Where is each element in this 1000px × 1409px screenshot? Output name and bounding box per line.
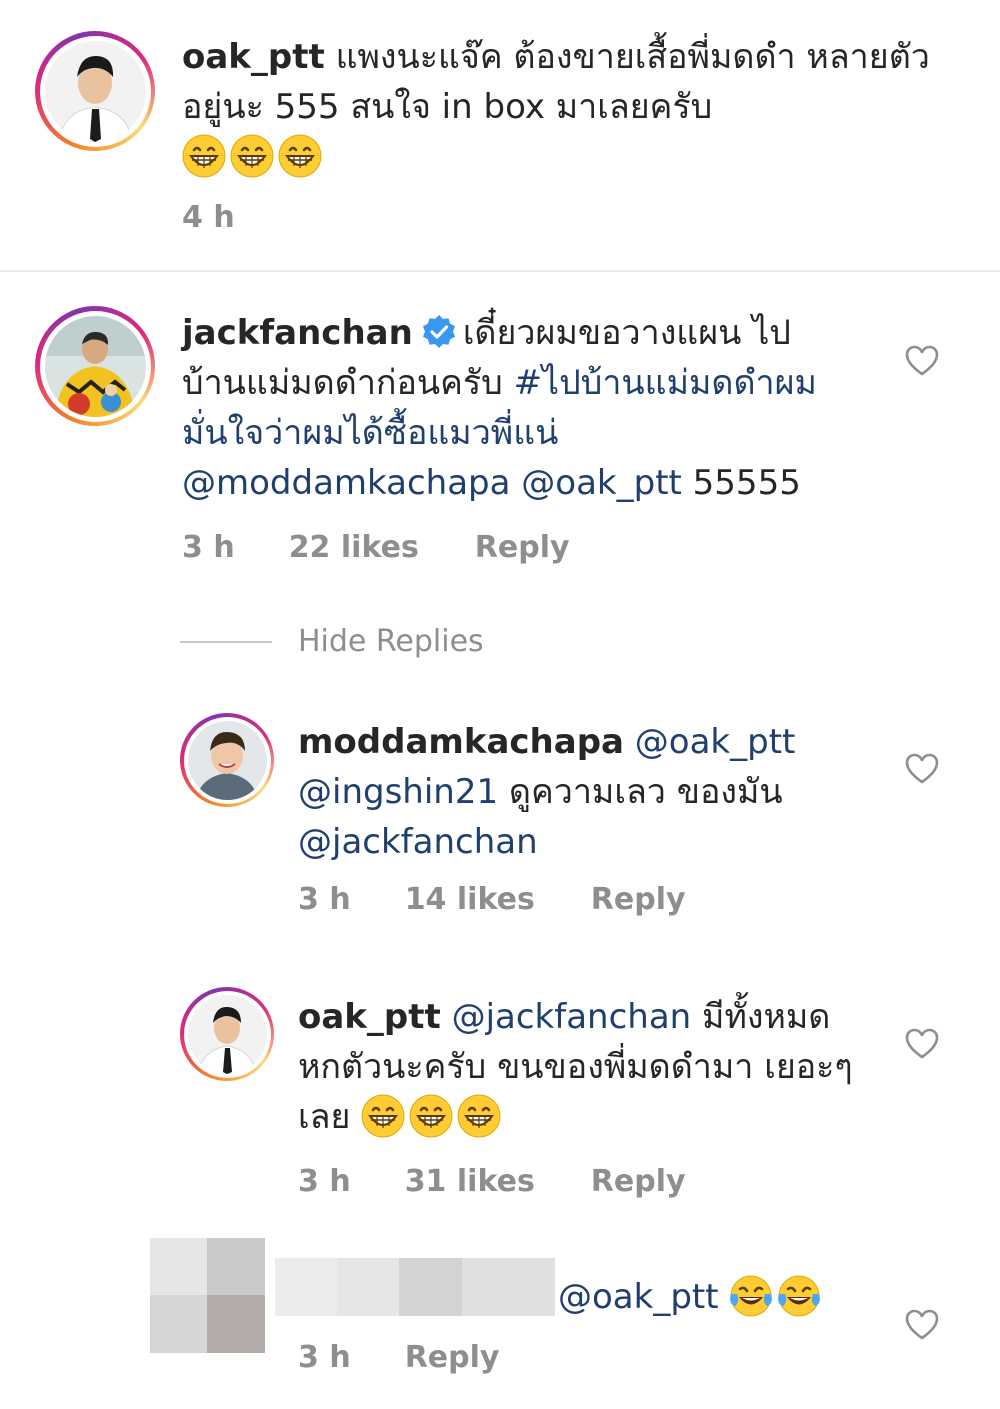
- comment-meta: 4 h: [182, 200, 289, 236]
- comment-meta: 3 h 22 likes Reply: [182, 530, 570, 566]
- grinning-face-emoji-icon: [278, 134, 322, 178]
- comment-meta: 3 h 31 likes Reply: [298, 1164, 686, 1200]
- grinning-face-emoji-icon: [457, 1094, 501, 1138]
- hide-replies-line: [180, 641, 272, 643]
- reply-button[interactable]: Reply: [405, 1340, 500, 1376]
- grinning-face-emoji-icon: [361, 1094, 405, 1138]
- profile-photo-icon: [187, 994, 267, 1074]
- comment-time: 4 h: [182, 200, 235, 235]
- comment-body: jackfanchan เดี๋ยวผมขอวางแผน ไปบ้านแม่มดด…: [182, 308, 842, 508]
- reply-body: moddamkachapa @oak_ptt @ingshin21 ดูความ…: [298, 717, 858, 867]
- grinning-face-emoji-icon: [182, 134, 226, 178]
- blurred-username: [275, 1258, 555, 1316]
- comment-text-tail: 55555: [692, 463, 801, 503]
- like-heart-icon[interactable]: [905, 1309, 939, 1341]
- comment-time: 3 h: [298, 1164, 351, 1199]
- comment-username[interactable]: jackfanchan: [182, 313, 413, 353]
- grinning-face-emoji-icon: [230, 134, 274, 178]
- verified-badge-icon: [422, 315, 455, 348]
- comment-text: ดูความเลว ของมัน: [508, 772, 783, 812]
- section-divider: [0, 270, 1000, 272]
- mention-oak-ptt[interactable]: @oak_ptt: [558, 1277, 719, 1317]
- comment-time: 3 h: [298, 882, 351, 917]
- like-heart-icon[interactable]: [905, 345, 939, 377]
- like-heart-icon[interactable]: [905, 753, 939, 785]
- comment-likes[interactable]: 31 likes: [405, 1164, 535, 1200]
- avatar-jackfanchan[interactable]: [35, 306, 155, 426]
- mention-jackfanchan[interactable]: @jackfanchan: [452, 997, 692, 1037]
- reply-button[interactable]: Reply: [591, 882, 686, 918]
- comment-meta: 3 h Reply: [298, 1340, 499, 1376]
- comment-meta: 3 h 14 likes Reply: [298, 882, 686, 918]
- mention-oak-ptt[interactable]: @oak_ptt: [635, 722, 796, 762]
- mention-ingshin21[interactable]: @ingshin21: [298, 772, 498, 812]
- hide-replies-label: Hide Replies: [298, 624, 484, 659]
- comment-username[interactable]: moddamkachapa: [298, 722, 624, 762]
- mention-oak-ptt[interactable]: @oak_ptt: [521, 463, 682, 503]
- profile-photo-icon: [187, 720, 267, 800]
- comment-time: 3 h: [182, 530, 235, 565]
- mention-moddamkachapa[interactable]: @moddamkachapa: [182, 463, 510, 503]
- reply-body: oak_ptt @jackfanchan มีทั้งหมด หกตัวนะคร…: [298, 992, 858, 1142]
- comment-body: oak_ptt แพงนะแจ๊ค ต้องขายเสื้อพี่มดดำ หล…: [182, 32, 942, 182]
- blurred-avatar: [150, 1238, 265, 1353]
- profile-photo-icon: [44, 315, 146, 417]
- tears-of-joy-emoji-icon: [729, 1274, 773, 1318]
- reply-button[interactable]: Reply: [475, 530, 570, 566]
- mention-jackfanchan[interactable]: @jackfanchan: [298, 822, 538, 862]
- hide-replies-button[interactable]: Hide Replies: [180, 622, 484, 662]
- like-heart-icon[interactable]: [905, 1028, 939, 1060]
- avatar-oak-ptt[interactable]: [180, 987, 274, 1081]
- reply-button[interactable]: Reply: [591, 1164, 686, 1200]
- comment-likes[interactable]: 22 likes: [289, 530, 419, 566]
- profile-photo-icon: [44, 40, 146, 142]
- grinning-face-emoji-icon: [409, 1094, 453, 1138]
- comment-time: 3 h: [298, 1340, 351, 1375]
- comment-username[interactable]: oak_ptt: [298, 997, 441, 1037]
- avatar-moddamkachapa[interactable]: [180, 713, 274, 807]
- comment-likes[interactable]: 14 likes: [405, 882, 535, 918]
- tears-of-joy-emoji-icon: [777, 1274, 821, 1318]
- comment-username[interactable]: oak_ptt: [182, 37, 325, 77]
- avatar-oak-ptt[interactable]: [35, 31, 155, 151]
- reply-body: @oak_ptt: [558, 1272, 888, 1322]
